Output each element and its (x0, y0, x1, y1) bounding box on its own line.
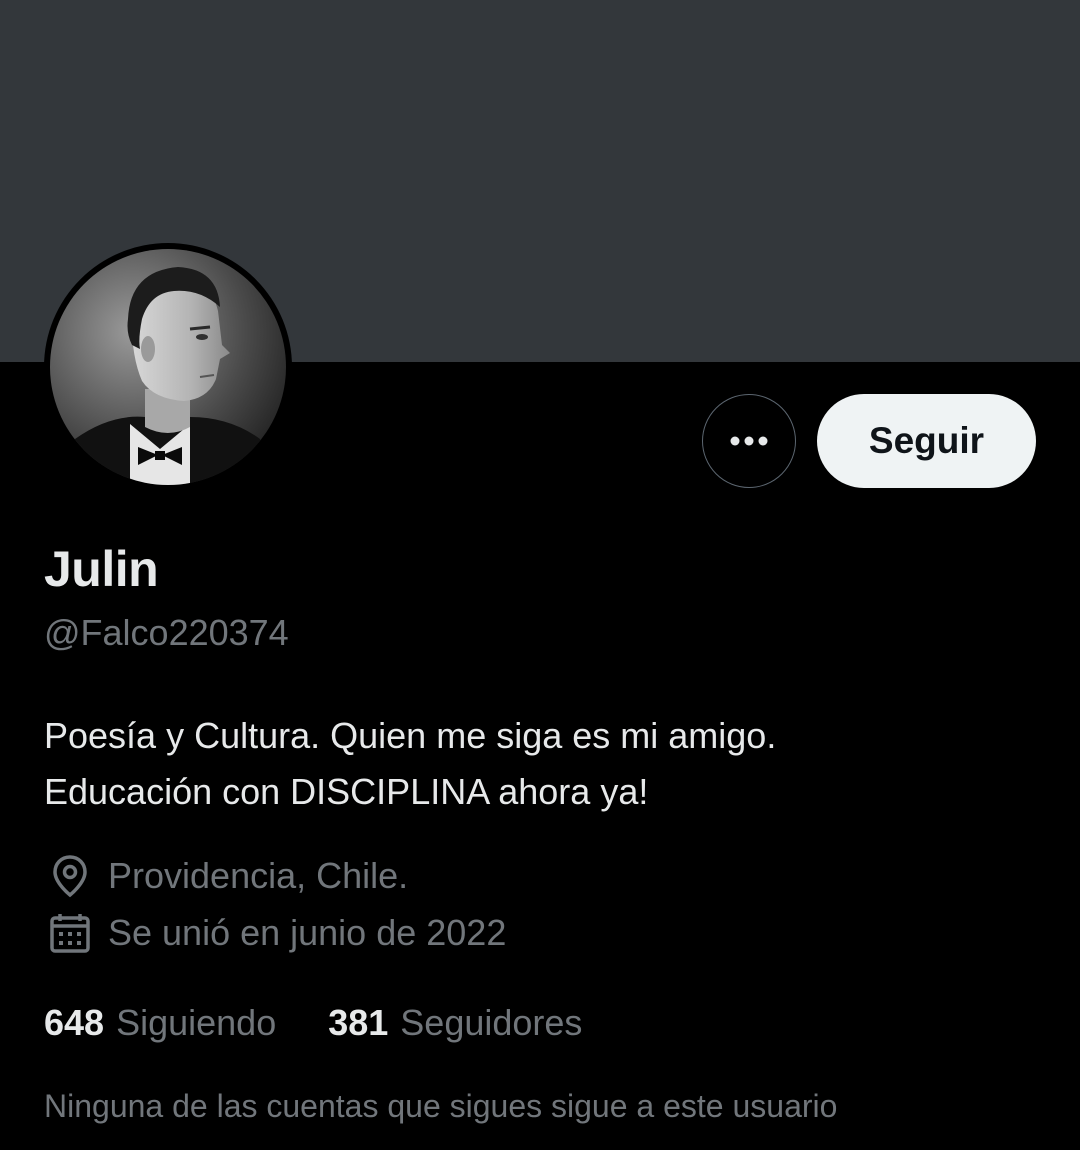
followers-count: 381 (328, 1002, 389, 1043)
ellipsis-icon (730, 436, 768, 446)
avatar[interactable] (44, 243, 292, 491)
joined-text: Se unió en junio de 2022 (108, 912, 507, 953)
user-handle: @Falco220374 (44, 612, 289, 653)
map-pin-icon (44, 854, 96, 898)
followers-link[interactable]: 381 Seguidores (328, 1002, 582, 1044)
avatar-photo (50, 249, 286, 485)
calendar-icon (44, 911, 96, 955)
bio-line: Educación con DISCIPLINA ahora ya! (44, 771, 649, 812)
following-count: 648 (44, 1002, 105, 1043)
profile-bio: Poesía y Cultura. Quien me siga es mi am… (44, 708, 1044, 820)
mutual-followers-note: Ninguna de las cuentas que sigues sigue … (44, 1088, 838, 1124)
more-options-button[interactable] (702, 394, 796, 488)
location-text: Providencia, Chile. (108, 855, 409, 896)
joined-row: Se unió en junio de 2022 (44, 911, 506, 955)
profile-page: Seguir Julin @Falco220374 Poesía y Cultu… (0, 0, 1080, 1150)
following-label: Siguiendo (116, 1002, 277, 1043)
followers-label: Seguidores (400, 1002, 583, 1043)
profile-stats: 648 Siguiendo 381 Seguidores (44, 1002, 634, 1044)
display-name: Julin (44, 541, 159, 597)
following-link[interactable]: 648 Siguiendo (44, 1002, 276, 1044)
follow-button[interactable]: Seguir (817, 394, 1036, 488)
location-row: Providencia, Chile. (44, 854, 408, 898)
bio-line: Poesía y Cultura. Quien me siga es mi am… (44, 715, 777, 756)
